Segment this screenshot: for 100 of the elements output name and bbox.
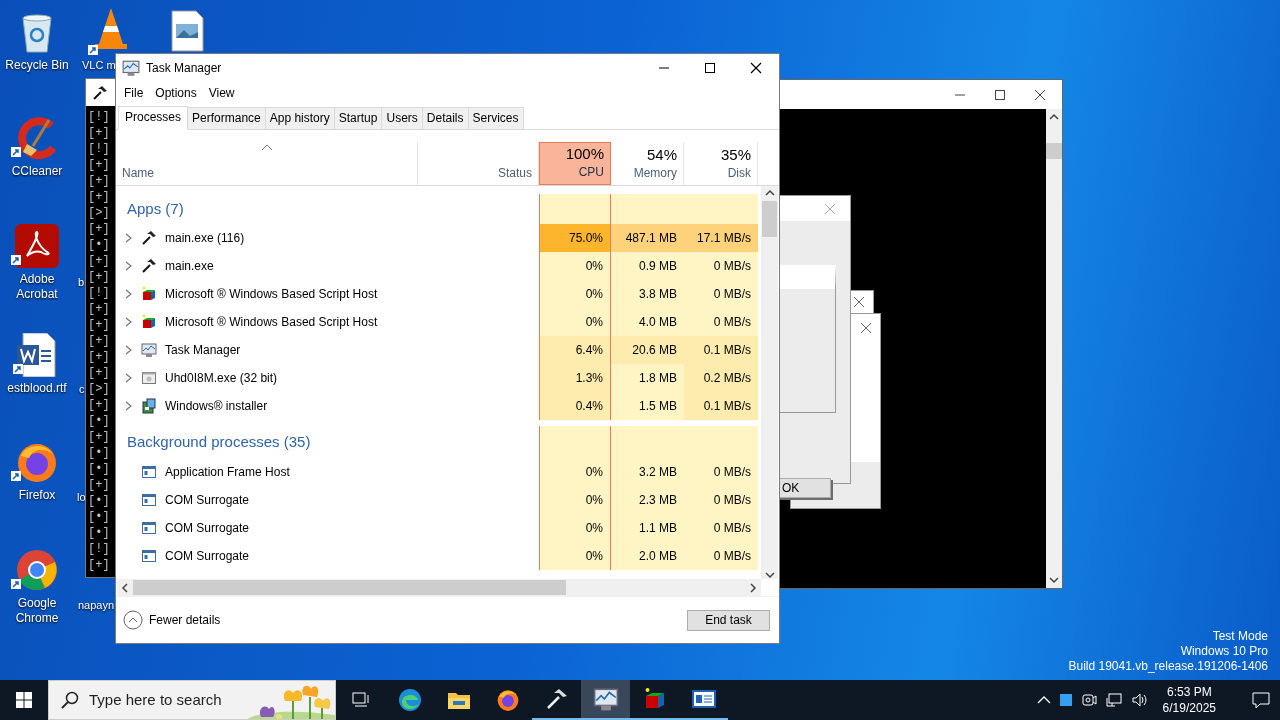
- scroll-down-icon[interactable]: [1049, 576, 1059, 584]
- process-name[interactable]: Microsoft ® Windows Based Script Host: [165, 313, 378, 331]
- scrollbar-thumb[interactable]: [1046, 143, 1062, 159]
- close-icon[interactable]: [1034, 88, 1046, 101]
- fewer-details-button[interactable]: Fewer details: [123, 610, 221, 630]
- icon-label: b: [78, 275, 85, 290]
- scroll-down-icon[interactable]: [764, 571, 775, 579]
- tab[interactable]: Processes: [118, 106, 189, 130]
- close-icon[interactable]: [750, 62, 762, 74]
- tab[interactable]: Details: [422, 107, 469, 129]
- column-header[interactable]: Name: [116, 142, 418, 185]
- tab[interactable]: Startup: [334, 107, 383, 129]
- expand-chevron-icon[interactable]: [124, 345, 133, 355]
- disk-usage-cell: 0 MB/s: [684, 542, 758, 570]
- console-line: [+]: [87, 125, 110, 141]
- icon-label: VLC m: [82, 58, 116, 73]
- vertical-scrollbar[interactable]: [1046, 109, 1062, 588]
- scrollbar-thumb[interactable]: [133, 580, 566, 595]
- maximize-icon[interactable]: [704, 62, 716, 74]
- scroll-left-icon[interactable]: [121, 582, 129, 593]
- console-line: [+]: [87, 189, 110, 205]
- icon-label[interactable]: estblood.rtf: [7, 381, 67, 396]
- menu-item[interactable]: Options: [149, 84, 203, 102]
- icon-label[interactable]: Google Chrome: [0, 596, 74, 626]
- system-notice: Build 19041.vb_release.191206-1406: [1068, 659, 1268, 674]
- show-hidden-icons-icon[interactable]: [1036, 695, 1051, 705]
- console-line: [!]: [87, 541, 110, 557]
- memory-usage-cell: 4.0 MB: [611, 308, 684, 336]
- expand-chevron-icon[interactable]: [124, 317, 133, 327]
- folder-icon: [446, 690, 471, 710]
- process-name[interactable]: Microsoft ® Windows Based Script Host: [165, 285, 378, 303]
- icon-label[interactable]: CCleaner: [11, 164, 63, 179]
- console-line: [+]: [87, 173, 110, 189]
- icon-label[interactable]: Recycle Bin: [5, 58, 69, 73]
- expand-chevron-icon[interactable]: [124, 261, 133, 271]
- meeting-icon[interactable]: [1080, 692, 1097, 708]
- window-icon: [141, 492, 157, 508]
- icon-label[interactable]: Firefox: [18, 488, 56, 503]
- memory-usage-cell: 1.5 MB: [611, 392, 684, 420]
- memory-usage-cell: 0.9 MB: [611, 252, 684, 280]
- word-document-icon: [17, 333, 57, 377]
- process-name[interactable]: Task Manager: [165, 341, 241, 359]
- disk-usage-cell: 0.1 MB/s: [684, 392, 758, 420]
- horizontal-scrollbar[interactable]: [117, 579, 761, 596]
- tab[interactable]: App history: [265, 107, 335, 129]
- installer-icon: [141, 398, 157, 414]
- process-name[interactable]: Application Frame Host: [165, 463, 290, 481]
- scrollbar-thumb[interactable]: [762, 201, 777, 237]
- column-header[interactable]: 35% Disk: [684, 142, 758, 185]
- menu-item[interactable]: File: [118, 84, 150, 102]
- search-field[interactable]: Type here to search: [48, 680, 336, 720]
- console-line: [•]: [87, 493, 110, 509]
- taskbar-app-button[interactable]: [581, 680, 630, 720]
- notification-icon[interactable]: [1252, 691, 1270, 709]
- window-title: Task Manager: [146, 60, 222, 77]
- expand-chevron-icon[interactable]: [124, 401, 133, 411]
- console-line: [•]: [87, 237, 110, 253]
- volume-icon[interactable]: [1130, 692, 1149, 708]
- clock[interactable]: 6:53 PM 6/19/2025: [1156, 684, 1222, 716]
- tab[interactable]: Services: [468, 107, 524, 129]
- expand-chevron-icon[interactable]: [124, 233, 133, 243]
- scroll-up-icon[interactable]: [1049, 113, 1059, 121]
- icon-label: c: [79, 382, 85, 397]
- disk-usage-cell: 0 MB/s: [684, 486, 758, 514]
- expand-chevron-icon[interactable]: [124, 373, 133, 383]
- process-name[interactable]: main.exe (116): [165, 229, 245, 247]
- process-name[interactable]: COM Surrogate: [165, 519, 250, 537]
- process-name[interactable]: COM Surrogate: [165, 491, 250, 509]
- scroll-right-icon[interactable]: [749, 582, 757, 593]
- console-line: [+]: [87, 301, 110, 317]
- firefox-icon: [495, 688, 520, 712]
- process-name[interactable]: main.exe: [165, 257, 214, 275]
- disk-usage-cell: 0 MB/s: [684, 308, 758, 336]
- tab[interactable]: Users: [382, 107, 423, 129]
- sort-icon[interactable]: [260, 144, 273, 151]
- process-name[interactable]: Windows® installer: [165, 397, 268, 415]
- column-header[interactable]: 100% CPU: [539, 142, 611, 185]
- icon-label[interactable]: Adobe Acrobat: [0, 272, 74, 302]
- process-name[interactable]: COM Surrogate: [165, 547, 250, 565]
- console-line: [+]: [87, 349, 110, 365]
- chrome-icon: [15, 548, 59, 592]
- tab[interactable]: Performance: [188, 107, 266, 129]
- system-notice: Test Mode: [1211, 629, 1268, 644]
- end-task-button[interactable]: End task: [687, 609, 770, 631]
- expand-chevron-icon[interactable]: [124, 289, 133, 299]
- menu-item[interactable]: View: [202, 84, 241, 102]
- cpu-usage-cell: 0%: [539, 486, 611, 514]
- scroll-up-icon[interactable]: [764, 189, 775, 197]
- memory-usage-cell: 20.6 MB: [611, 336, 684, 364]
- maximize-icon[interactable]: [994, 88, 1006, 101]
- column-header[interactable]: 54% Memory: [611, 142, 684, 185]
- cpu-usage-cell: 1.3%: [539, 364, 611, 392]
- vertical-scrollbar[interactable]: [761, 186, 778, 579]
- console-line: [+]: [87, 557, 110, 573]
- edge-icon: [397, 688, 422, 712]
- network-icon[interactable]: [1104, 692, 1123, 708]
- disk-usage-cell: 0.1 MB/s: [684, 336, 758, 364]
- process-name[interactable]: Uhd0I8M.exe (32 bit): [165, 369, 278, 387]
- tray-app-icon[interactable]: [1058, 693, 1073, 707]
- memory-usage-cell: 2.0 MB: [611, 542, 684, 570]
